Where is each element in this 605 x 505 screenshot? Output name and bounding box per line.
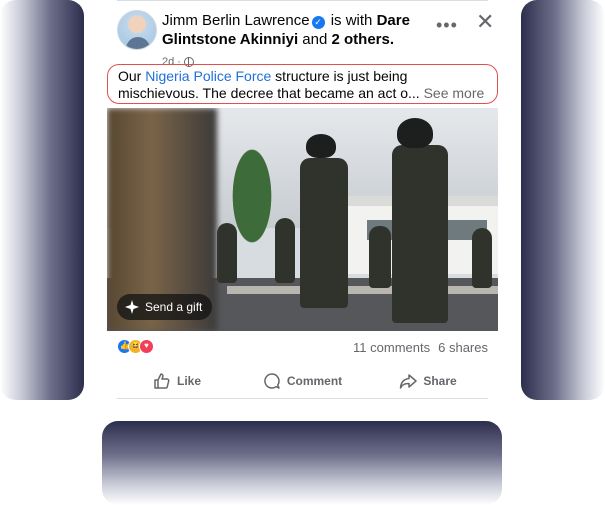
post-stats: 👍 😆 ♥ 11 comments 6 shares — [117, 338, 488, 358]
send-gift-button[interactable]: Send a gift — [117, 294, 213, 320]
love-reaction-icon: ♥ — [139, 339, 154, 354]
more-options-button[interactable]: ••• — [436, 16, 458, 34]
photo-curb — [227, 286, 498, 294]
like-label: Like — [176, 374, 201, 388]
post-header: Jimm Berlin Lawrence ✓ is with Dare Glint… — [117, 10, 494, 68]
photo-bg-officer-1 — [217, 223, 237, 283]
comment-label: Comment — [286, 374, 343, 388]
send-gift-label: Send a gift — [145, 300, 203, 314]
photo-officer-left — [300, 158, 348, 308]
photo-bg-officer-3 — [369, 226, 391, 288]
with-text: is with — [330, 12, 373, 29]
close-icon[interactable]: ✕ — [476, 11, 494, 33]
share-label: Share — [423, 374, 457, 388]
like-button[interactable]: Like — [117, 364, 237, 398]
post-text-prefix: Our — [118, 68, 146, 84]
photo-officer-left-head — [306, 134, 336, 158]
see-more-link[interactable]: See more — [424, 85, 485, 101]
and-text: and — [302, 31, 328, 48]
comment-bubble-icon — [264, 373, 280, 389]
reactions-summary[interactable]: 👍 😆 ♥ — [117, 339, 154, 354]
share-arrow-icon — [400, 374, 418, 389]
photo-bg-officer-4 — [472, 228, 492, 288]
shares-count[interactable]: 6 shares — [438, 340, 488, 355]
comment-button[interactable]: Comment — [243, 364, 363, 398]
photo-officer-right-head — [397, 118, 433, 148]
photo-officer-right — [392, 145, 448, 323]
photo-bg-officer-2 — [275, 218, 295, 283]
engagement-counts: 11 comments 6 shares — [353, 340, 488, 355]
tagged-others[interactable]: 2 others. — [332, 31, 395, 48]
gift-sparkle-icon — [125, 300, 139, 314]
bottom-divider — [117, 398, 488, 399]
author-line: Jimm Berlin Lawrence ✓ is with Dare Glint… — [162, 11, 432, 49]
author-avatar[interactable] — [117, 10, 157, 50]
author-name[interactable]: Jimm Berlin Lawrence — [162, 12, 310, 29]
post-card: Jimm Berlin Lawrence ✓ is with Dare Glint… — [107, 0, 498, 400]
right-blurred-card — [521, 0, 605, 400]
post-text: Our Nigeria Police Force structure is ju… — [107, 64, 498, 104]
post-actions: Like Comment Share — [117, 364, 488, 398]
post-photo[interactable]: Send a gift — [107, 108, 498, 331]
thumbs-up-icon — [154, 373, 170, 389]
nigeria-police-force-link[interactable]: Nigeria Police Force — [145, 68, 271, 84]
screen: Jimm Berlin Lawrence ✓ is with Dare Glint… — [0, 0, 605, 505]
comments-count[interactable]: 11 comments — [353, 340, 430, 355]
top-divider — [117, 0, 488, 1]
bottom-blurred-card — [102, 421, 502, 505]
verified-badge-icon: ✓ — [311, 16, 325, 29]
share-button[interactable]: Share — [368, 364, 488, 398]
left-blurred-card — [0, 0, 84, 400]
